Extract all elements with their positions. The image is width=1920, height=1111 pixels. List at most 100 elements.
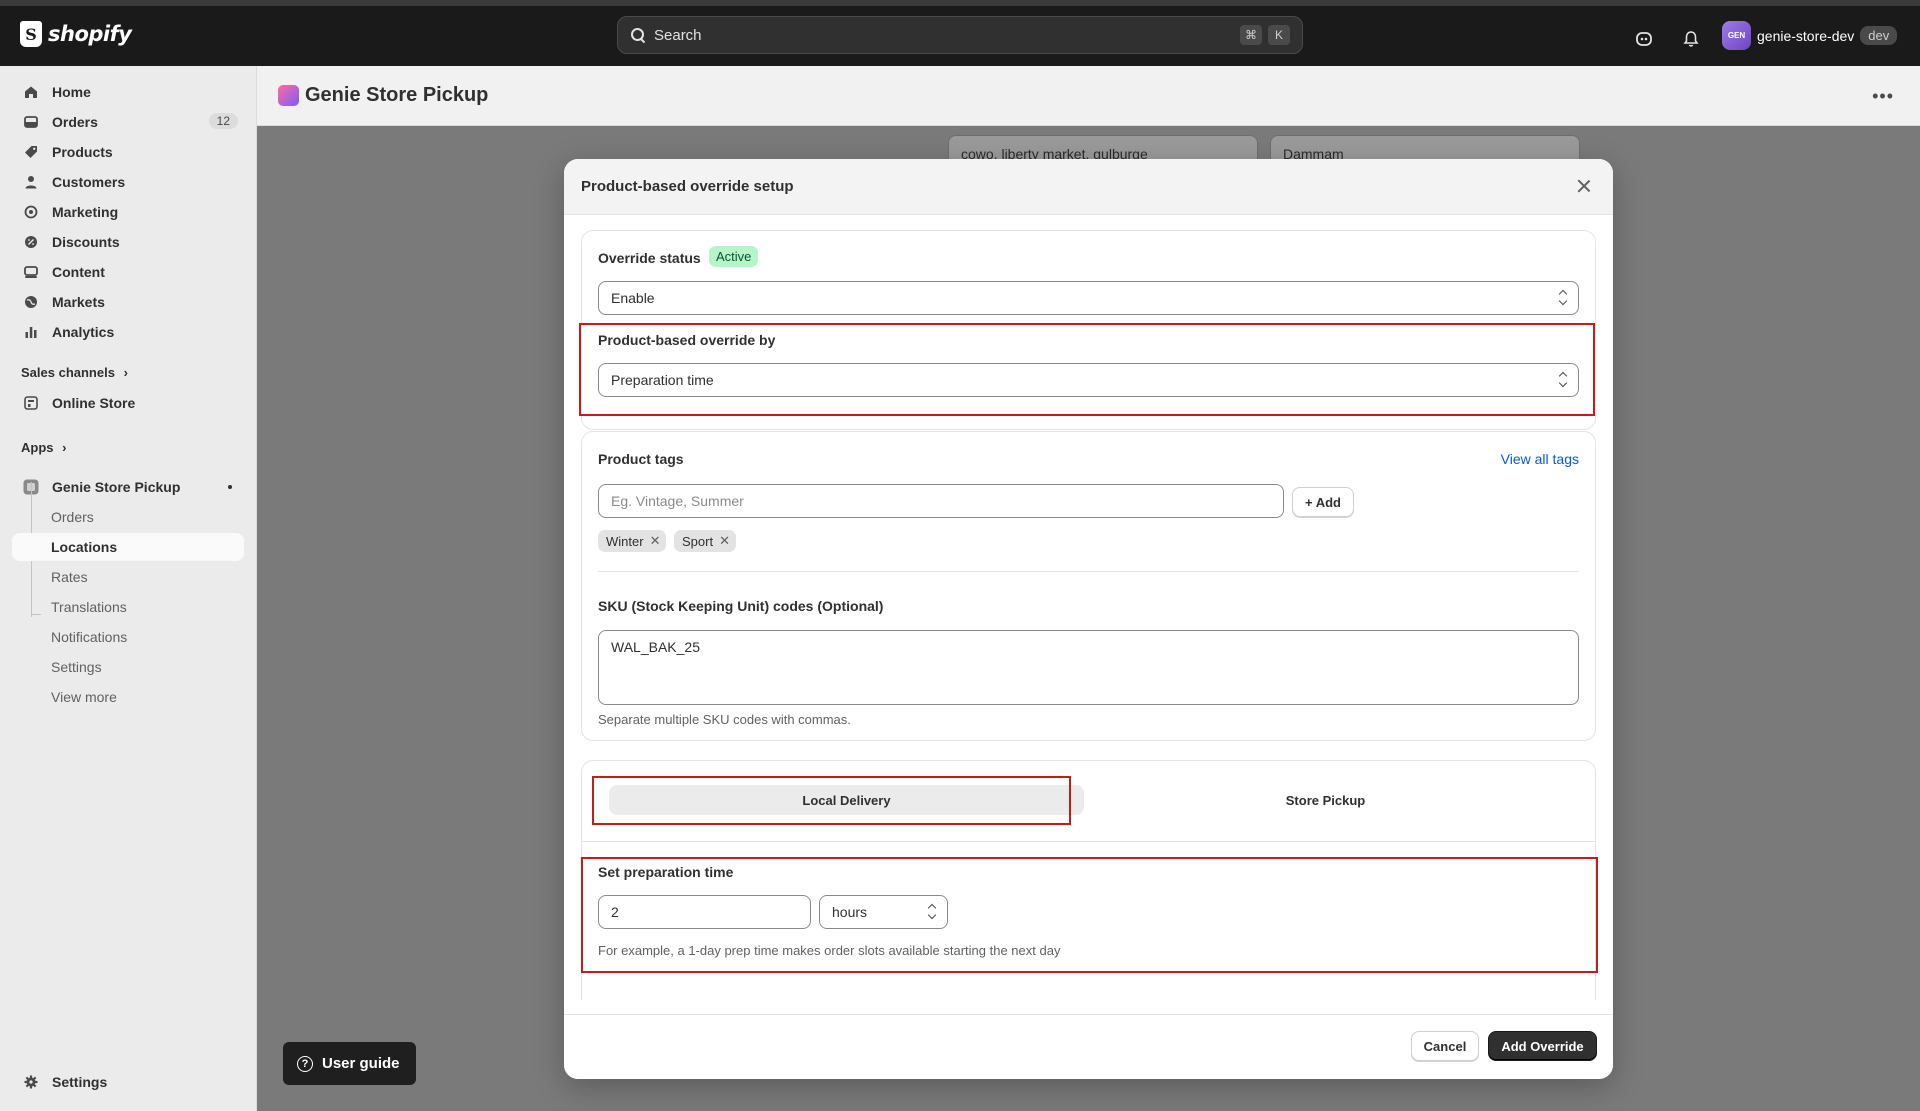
- store-name: genie-store-dev: [1757, 27, 1855, 44]
- sidebar-item-label: Products: [52, 144, 113, 160]
- discount-icon: [23, 234, 39, 250]
- remove-tag-icon[interactable]: ✕: [650, 533, 661, 549]
- close-icon[interactable]: [1575, 177, 1593, 195]
- content-icon: [23, 264, 39, 280]
- chevron-right-icon: ›: [123, 365, 128, 380]
- status-badge: Active: [709, 246, 759, 267]
- sidebar-subitem-translations[interactable]: Translations: [12, 593, 244, 621]
- sales-channels-header[interactable]: Sales channels ›: [21, 365, 128, 380]
- sidebar: Home Orders 12 Products Customers Market…: [0, 66, 257, 1111]
- sidebar-item-orders[interactable]: Orders 12: [12, 108, 244, 136]
- sidebar-item-content[interactable]: Content: [12, 258, 244, 286]
- sidebar-item-label: Home: [52, 84, 91, 100]
- sidebar-item-label: Online Store: [52, 395, 136, 411]
- override-by-value: Preparation time: [611, 372, 714, 388]
- tag-label: Winter: [606, 533, 644, 549]
- view-all-tags-link[interactable]: View all tags: [1501, 451, 1579, 467]
- sidebar-subitem-orders[interactable]: Orders: [12, 503, 244, 531]
- modal-footer: Cancel Add Override: [564, 1014, 1613, 1079]
- search-icon: [630, 27, 646, 43]
- modal-title: Product-based override setup: [581, 178, 794, 195]
- bell-icon[interactable]: [1681, 29, 1701, 49]
- remove-tag-icon[interactable]: ✕: [719, 533, 730, 549]
- sidebar-item-label: Settings: [52, 1074, 108, 1090]
- prep-time-label: Set preparation time: [598, 864, 734, 880]
- sidebar-subitem-notifications[interactable]: Notifications: [12, 623, 244, 651]
- gear-icon: [23, 1074, 39, 1090]
- user-guide-button[interactable]: ? User guide: [283, 1042, 416, 1085]
- shopify-logo[interactable]: S shopify: [20, 21, 132, 47]
- sidebar-item-label: Content: [52, 264, 105, 280]
- pin-dot-icon: [228, 485, 232, 489]
- orders-icon: [23, 114, 39, 130]
- sidebar-item-markets[interactable]: Markets: [12, 288, 244, 316]
- sidebar-item-analytics[interactable]: Analytics: [12, 318, 244, 346]
- sidebar-subitem-locations[interactable]: Locations: [12, 533, 244, 561]
- override-by-label: Product-based override by: [598, 332, 776, 348]
- search-bar[interactable]: Search ⌘ K: [617, 16, 1303, 54]
- sidebar-item-genie-store-pickup[interactable]: Genie Store Pickup: [12, 473, 244, 501]
- globe-icon: [23, 294, 39, 310]
- tag-icon: [23, 144, 39, 160]
- person-icon: [23, 174, 39, 190]
- shopify-bag-icon: S: [20, 21, 42, 47]
- store-tag: dev: [1860, 26, 1898, 45]
- store-switcher[interactable]: GEN genie-store-dev dev: [1722, 21, 1898, 50]
- sidebar-subitem-rates[interactable]: Rates: [12, 563, 244, 591]
- product-tags-label: Product tags: [598, 451, 684, 467]
- sidebar-item-label: Markets: [52, 294, 105, 310]
- more-options-icon[interactable]: •••: [1872, 86, 1894, 107]
- orders-count-badge: 12: [208, 113, 238, 129]
- sidebar-item-home[interactable]: Home: [12, 78, 244, 106]
- add-override-button[interactable]: Add Override: [1488, 1031, 1597, 1061]
- sidebar-item-marketing[interactable]: Marketing: [12, 198, 244, 226]
- sidebar-item-discounts[interactable]: Discounts: [12, 228, 244, 256]
- apps-header[interactable]: Apps ›: [21, 440, 66, 455]
- shortcut-key-cmd: ⌘: [1240, 25, 1262, 45]
- modal-header: Product-based override setup: [564, 159, 1613, 215]
- prep-unit-value: hours: [832, 904, 868, 920]
- apps-label: Apps: [21, 440, 54, 455]
- cancel-button[interactable]: Cancel: [1411, 1031, 1479, 1061]
- top-bar: S shopify Search ⌘ K GEN genie-store-dev…: [0, 0, 1920, 66]
- prep-time-help-text: For example, a 1-day prep time makes ord…: [598, 943, 1061, 958]
- sidebar-subitem-settings[interactable]: Settings: [12, 653, 244, 681]
- fulfillment-card: Local Delivery Store Pickup Set preparat…: [581, 760, 1596, 1000]
- page-header: Genie Store Pickup •••: [257, 66, 1920, 126]
- override-status-label: Override status: [598, 250, 701, 266]
- tag-winter: Winter ✕: [598, 530, 667, 552]
- search-placeholder: Search: [654, 26, 702, 44]
- logo-text: shopify: [48, 22, 132, 46]
- add-tag-button[interactable]: + Add: [1292, 487, 1354, 517]
- override-by-select[interactable]: Preparation time: [598, 363, 1579, 397]
- page-title: Genie Store Pickup: [305, 84, 489, 106]
- sidebar-item-label: Customers: [52, 174, 126, 190]
- home-icon: [23, 84, 39, 100]
- product-tags-input[interactable]: [598, 484, 1284, 518]
- sidebar-subitem-view-more[interactable]: View more: [12, 683, 244, 711]
- store-avatar: GEN: [1722, 21, 1751, 50]
- sku-help-text: Separate multiple SKU codes with commas.: [598, 712, 851, 727]
- sidebar-item-settings[interactable]: Settings: [12, 1068, 244, 1096]
- prep-time-input[interactable]: [598, 895, 811, 929]
- sidebar-item-customers[interactable]: Customers: [12, 168, 244, 196]
- target-icon: [23, 204, 39, 220]
- sidebar-item-label: Analytics: [52, 324, 115, 340]
- sidebar-item-online-store[interactable]: Online Store: [12, 389, 244, 417]
- override-status-select[interactable]: Enable: [598, 281, 1579, 315]
- sidebar-item-label: Marketing: [52, 204, 119, 220]
- prep-unit-select[interactable]: hours: [819, 895, 948, 929]
- sales-channels-label: Sales channels: [21, 365, 115, 380]
- product-tags-card: Product tags View all tags + Add Winter …: [581, 431, 1596, 741]
- user-guide-label: User guide: [322, 1055, 400, 1072]
- sidekick-icon[interactable]: [1634, 29, 1654, 49]
- tag-label: Sport: [682, 533, 714, 549]
- tab-local-delivery[interactable]: Local Delivery: [609, 785, 1084, 815]
- tab-store-pickup[interactable]: Store Pickup: [1088, 785, 1563, 815]
- override-setup-modal: Product-based override setup Override st…: [564, 159, 1613, 1079]
- sidebar-item-products[interactable]: Products: [12, 138, 244, 166]
- select-arrows-icon: [927, 904, 937, 920]
- select-arrows-icon: [1558, 290, 1568, 306]
- bar-chart-icon: [23, 324, 39, 340]
- sku-textarea[interactable]: WAL_BAK_25: [598, 630, 1579, 705]
